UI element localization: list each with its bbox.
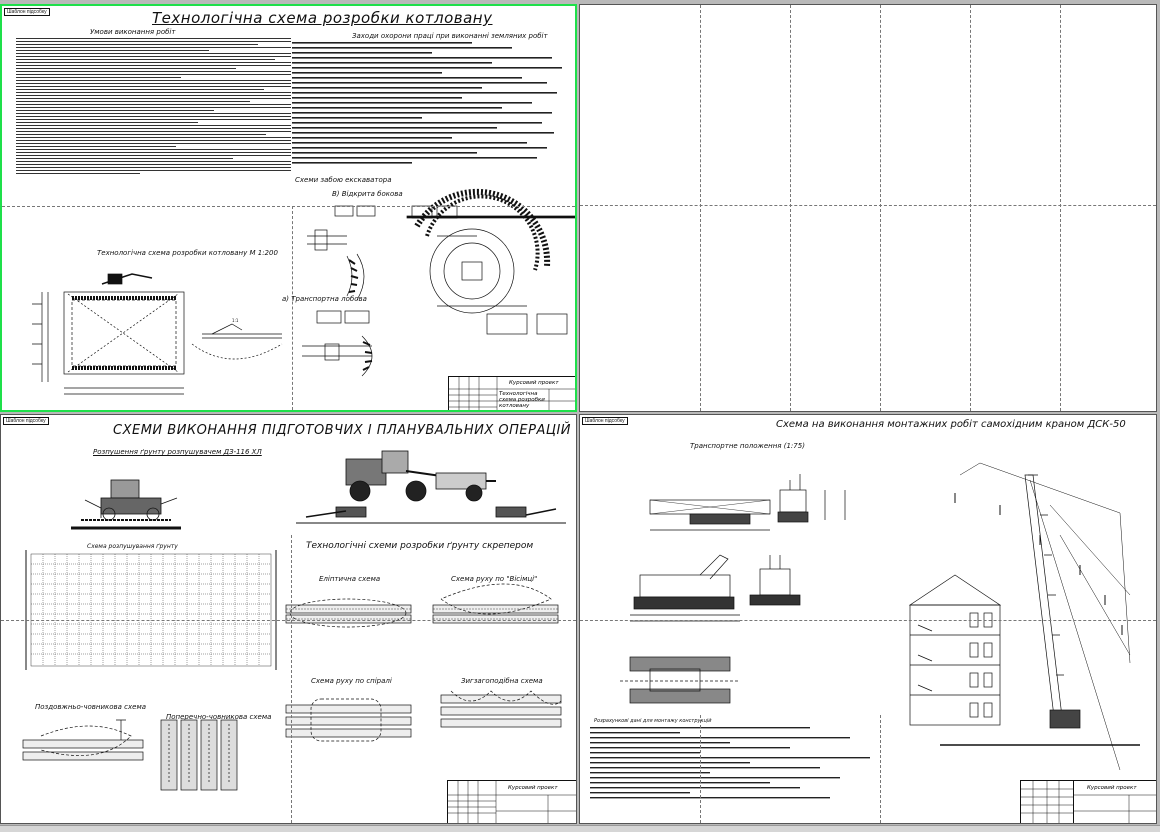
excavation-plan-drawing: 1:1 [32, 273, 283, 395]
fold-line [291, 535, 292, 823]
sheet-tab: Шаблон підсобку [3, 417, 49, 425]
title-block: Курсовий проект [1072, 780, 1156, 823]
stamp-sheet-name: Технологічна схема розробки котловану [499, 391, 545, 409]
sheet-blank[interactable] [579, 4, 1157, 412]
sheet-title: Схема на виконання монтажних робіт самох… [776, 419, 1126, 430]
fold-line [2, 206, 575, 207]
fold-line [580, 205, 1156, 206]
stamp-project-label: Курсовий проект [1087, 785, 1137, 791]
calc-table-title: Розрахункові дані для монтажу конструкці… [594, 718, 712, 724]
sheet-excavation[interactable]: Шаблон підсобку Технологічна схема розро… [0, 4, 577, 412]
title-block-grid-left [1020, 780, 1074, 823]
stamp-project-label: Курсовий проект [508, 785, 558, 791]
scraper-drawing [296, 450, 566, 524]
fold-line [790, 5, 791, 411]
scraper-title: Технологічні схеми розробки ґрунту скреп… [306, 541, 534, 551]
bulldozer-drawing [71, 479, 181, 530]
plan-title: Технологічна схема розробки котловану М … [97, 249, 278, 257]
transport-position-title: Транспортне положення (1:75) [690, 442, 805, 450]
sheet-tab: Шаблон підсобку [582, 417, 628, 425]
title-block: Курсовий проект [447, 780, 576, 823]
fold-line [880, 5, 881, 411]
crane-front-drawing [630, 554, 801, 622]
sheet-tab: Шаблон підсобку [4, 8, 50, 16]
fold-line [700, 5, 701, 411]
scraper-schemes-drawing [285, 583, 562, 742]
title-block-grid [1021, 781, 1073, 823]
grid-title: Схема розпушування ґрунту [87, 543, 178, 550]
safety-text-bars [292, 42, 562, 164]
safety-subtitle: Заходи охорони праці при виконанні земля… [352, 32, 548, 40]
conditions-text [16, 38, 291, 176]
sheet-title: Технологічна схема розробки котловану [152, 9, 493, 27]
sheet-crane-installation[interactable]: Шаблон підсобку Схема на виконання монта… [579, 414, 1157, 824]
fold-line [1, 620, 576, 621]
fold-line [880, 715, 881, 823]
calc-table-bars [590, 727, 870, 799]
crane-plan-drawing [620, 656, 740, 704]
excavator-schemes-drawing [302, 188, 575, 377]
fold-line [1060, 5, 1061, 411]
ellipse-label: Еліптична схема [319, 575, 381, 583]
title-block: Курсовий проект Технологічна схема розро… [448, 376, 575, 410]
stamp-project-label: Курсовий проект [509, 380, 559, 386]
conditions-subtitle: Умови виконання робіт [90, 28, 176, 36]
sheet-prep-operations[interactable]: Шаблон підсобку СХЕМИ ВИКОНАННЯ ПІДГОТОВ… [0, 414, 577, 824]
loosening-grid-drawing [25, 550, 277, 670]
fold-line [700, 715, 701, 823]
bulldozer-title: Розпушення ґрунту розпушувачем ДЗ-116 ХЛ [93, 448, 262, 456]
fold-line [580, 620, 1156, 621]
sheet-title: СХЕМИ ВИКОНАННЯ ПІДГОТОВЧИХ І ПЛАНУВАЛЬН… [113, 423, 572, 438]
fold-line [970, 5, 971, 411]
eight-label: Схема руху по "Вісімці" [451, 575, 538, 583]
fold-line [292, 206, 293, 410]
excavator-scheme-title: Схеми забою екскаватора [295, 176, 392, 184]
shuttle-schemes-drawing [22, 719, 238, 791]
building-crane-drawing [908, 462, 1140, 771]
svg-text:1:1: 1:1 [232, 318, 239, 323]
